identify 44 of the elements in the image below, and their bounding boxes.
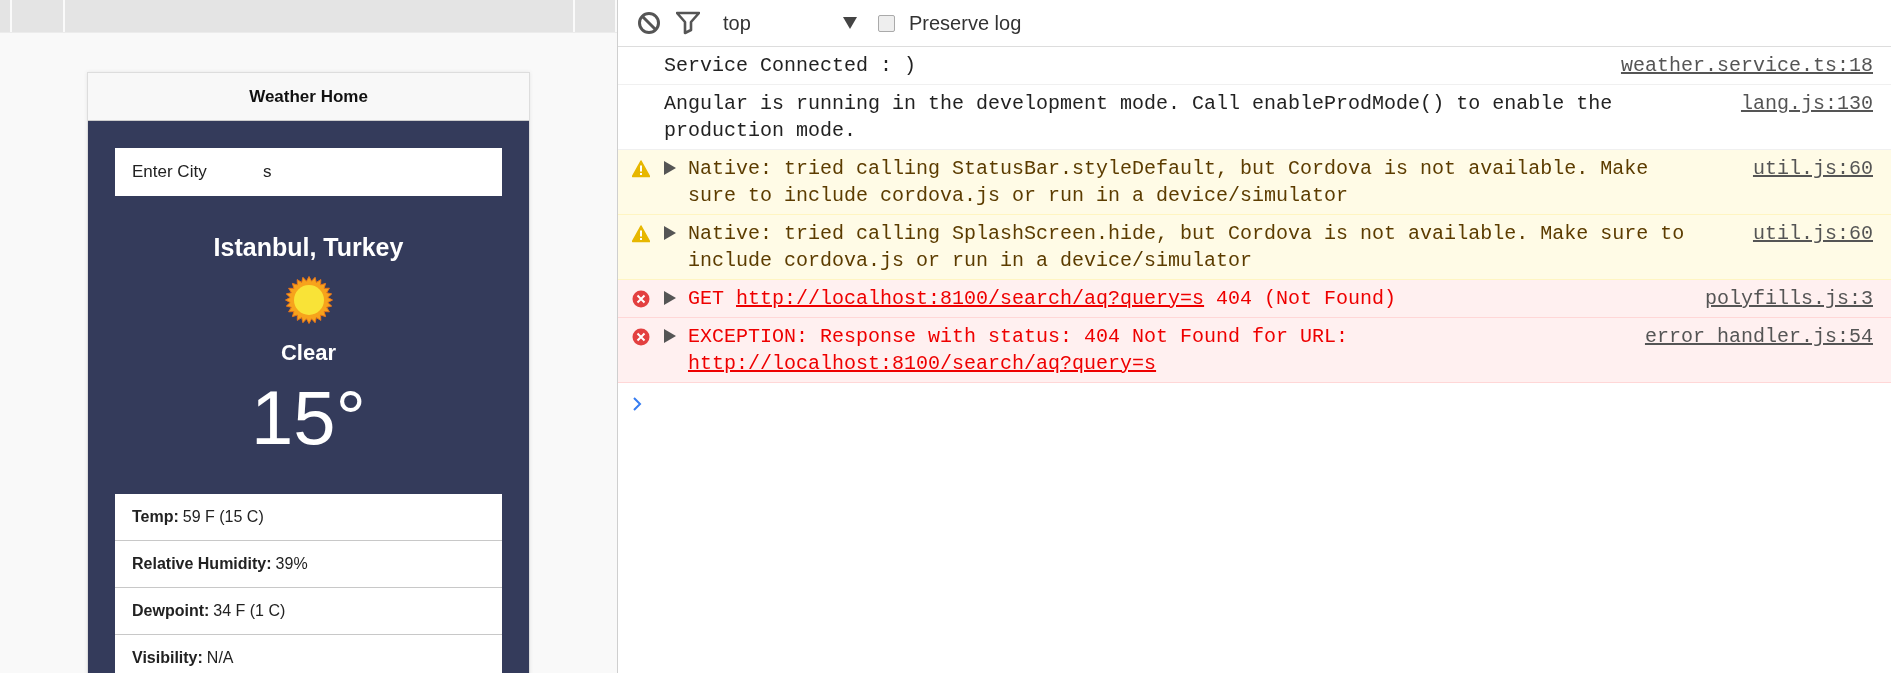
console-message: Service Connected : ) bbox=[664, 53, 918, 79]
detail-label: Dewpoint: bbox=[132, 602, 210, 620]
sun-icon bbox=[282, 274, 335, 326]
field-label: Enter City bbox=[132, 162, 208, 182]
detail-value: 34 F (1 C) bbox=[213, 602, 286, 620]
source-link[interactable]: weather.service.ts:18 bbox=[1600, 52, 1873, 79]
expand-arrow-icon[interactable] bbox=[664, 329, 676, 343]
detail-value: N/A bbox=[206, 649, 234, 667]
source-link[interactable]: util.js:60 bbox=[1732, 220, 1873, 247]
detail-value: 59 F (15 C) bbox=[182, 508, 264, 526]
url-link[interactable]: http://localhost:8100/search/aq?query=s bbox=[736, 287, 1205, 310]
source-link[interactable]: lang.js:130 bbox=[1720, 90, 1873, 117]
expand-arrow-icon[interactable] bbox=[664, 226, 676, 240]
clear-icon[interactable] bbox=[637, 11, 661, 35]
context-selector[interactable]: top bbox=[723, 11, 843, 35]
detail-label: Visibility: bbox=[132, 649, 203, 667]
page-title: Weather Home bbox=[249, 86, 368, 107]
console-message: Native: tried calling StatusBar.styleDefault, but Cordova is not available. Make sure to include cordova.js or run in a device/simulator bbox=[688, 156, 1650, 209]
detail-label: Relative Humidity: bbox=[132, 555, 272, 573]
console-message: Native: tried calling SplashScreen.hide, but Cordova is not available. Make sure to include cordova.js or run in a device/simulator bbox=[688, 221, 1686, 274]
preserve-log-checkbox[interactable] bbox=[878, 14, 895, 32]
error-icon bbox=[632, 328, 650, 346]
console-message: EXCEPTION: Response with status: 404 Not Found for URL: http://localhost:8100/search/aq?query=s bbox=[688, 324, 1350, 377]
detail-value: 39% bbox=[275, 555, 308, 573]
dropdown-caret-icon[interactable] bbox=[843, 17, 857, 29]
url-link[interactable]: http://localhost:8100/search/aq?query=s bbox=[688, 352, 1157, 375]
preserve-log-label[interactable]: Preserve log bbox=[909, 11, 1022, 35]
temperature-text: 15° bbox=[251, 380, 366, 456]
expand-arrow-icon[interactable] bbox=[664, 161, 676, 175]
expand-arrow-icon[interactable] bbox=[664, 291, 676, 305]
location-title: Istanbul, Turkey bbox=[213, 233, 404, 262]
warning-icon bbox=[632, 225, 650, 243]
source-link[interactable]: polyfills.js:3 bbox=[1684, 285, 1873, 312]
source-link[interactable]: util.js:60 bbox=[1732, 155, 1873, 182]
detail-label: Temp: bbox=[132, 508, 179, 526]
condition-text: Clear bbox=[280, 340, 336, 366]
filter-icon[interactable] bbox=[676, 11, 700, 35]
console-message: Angular is running in the development mode. Call enableProdMode() to enable the production mode. bbox=[664, 91, 1614, 144]
warning-icon bbox=[632, 160, 650, 178]
console-message: GET http://localhost:8100/search/aq?query=s 404 (Not Found) bbox=[688, 286, 1398, 312]
city-input[interactable]: s bbox=[263, 162, 463, 182]
source-link[interactable]: error_handler.js:54 bbox=[1624, 323, 1873, 350]
error-icon bbox=[632, 290, 650, 308]
prompt-icon bbox=[632, 397, 642, 411]
